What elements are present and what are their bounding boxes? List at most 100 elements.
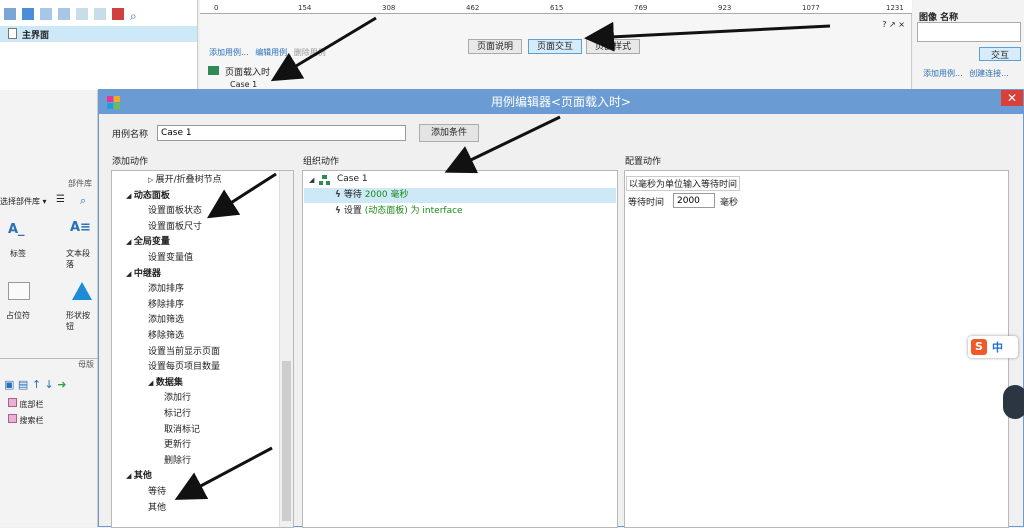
library-select[interactable]: 选择部件库 ▾ [0, 196, 47, 207]
action-row-set-panel[interactable]: ϟ 设置 (动态面板) 为 interface [335, 204, 463, 219]
action-label: 全局变量 [133, 237, 170, 248]
create-link[interactable]: 创建连接... [969, 69, 1009, 78]
action-label: 移除筛选 [148, 331, 185, 341]
action-group[interactable]: ◢ 全局变量 [126, 235, 170, 250]
menu-icon[interactable]: ☰ [56, 194, 65, 205]
action-item[interactable]: 其他 [148, 501, 166, 516]
action-verb: 等待 [343, 190, 365, 200]
collapse-icon[interactable]: ◢ [126, 238, 134, 246]
collapse-icon[interactable]: ◢ [126, 472, 134, 480]
panel-window-controls[interactable]: ? ↗ × [882, 20, 905, 29]
name-input[interactable] [917, 22, 1021, 42]
action-item[interactable]: 设置变量值 [148, 251, 193, 266]
collapse-icon[interactable]: ◢ [309, 176, 314, 184]
scrollbar[interactable] [279, 171, 293, 527]
action-label: 中继器 [133, 268, 161, 279]
outdent-icon[interactable] [76, 8, 88, 20]
master-up-icon[interactable]: ↑ [32, 378, 41, 391]
action-item[interactable]: 删除行 [164, 454, 191, 469]
add-condition-button[interactable]: 添加条件 [419, 124, 479, 142]
action-item[interactable]: 添加行 [164, 391, 191, 406]
expand-icon[interactable]: ▷ [148, 176, 156, 184]
widget-placeholder[interactable]: 占位符 [6, 310, 30, 321]
case-name-input[interactable] [157, 125, 406, 141]
ruler-tick: 154 [298, 4, 312, 12]
action-item[interactable]: 设置面板尺寸 [148, 220, 202, 235]
widget-paragraph[interactable]: 文本段落 [66, 248, 97, 270]
master-down-icon[interactable]: ↓ [45, 378, 54, 391]
search-icon[interactable]: ⌕ [130, 10, 142, 22]
action-item[interactable]: 取消标记 [164, 423, 200, 438]
tab-page-notes[interactable]: 页面说明 [468, 39, 523, 54]
action-value: (动态面板) 为 interface [364, 206, 463, 216]
wait-time-input[interactable] [673, 193, 715, 208]
close-button[interactable]: ✕ [1001, 90, 1023, 106]
ruler-tick: 769 [634, 4, 648, 12]
tab-page-interactions[interactable]: 页面交互 [528, 39, 583, 54]
edit-case-link[interactable]: 编辑用例 [255, 48, 287, 57]
action-item[interactable]: 添加筛选 [148, 313, 184, 328]
ruler-tick: 1231 [886, 4, 904, 12]
action-item[interactable]: 更新行 [164, 438, 191, 453]
ruler-tick: 1077 [802, 4, 820, 12]
delete-case-link[interactable]: 删除用例 [294, 48, 326, 57]
sitemap-panel: ⌕ 主界面 [0, 0, 198, 90]
master-item[interactable]: 搜索栏 [8, 414, 44, 426]
action-group[interactable]: ◢ 中继器 [126, 267, 161, 282]
ime-toolbar[interactable]: S 中 [968, 336, 1018, 358]
label-widget-icon: A_ [8, 222, 25, 237]
collapse-icon[interactable]: ◢ [148, 379, 156, 387]
tab-interactions[interactable]: 交互 [979, 47, 1021, 61]
action-item[interactable]: 移除筛选 [148, 329, 184, 344]
page-icon [8, 28, 17, 39]
scrollbar-thumb[interactable] [282, 361, 291, 521]
inspector-add-case-link[interactable]: 添加用例... [923, 69, 963, 78]
add-case-link[interactable]: 添加用例... [209, 48, 249, 57]
add-master-folder-icon[interactable]: ▤ [18, 378, 28, 391]
action-item[interactable]: 标记行 [164, 407, 191, 422]
add-actions-header: 添加动作 [112, 157, 149, 167]
add-page-icon[interactable] [4, 8, 16, 20]
move-up-icon[interactable] [40, 8, 52, 20]
action-item[interactable]: 移除排序 [148, 298, 184, 313]
action-group[interactable]: ◢ 数据集 [148, 376, 183, 391]
collapse-icon[interactable]: ◢ [126, 270, 134, 278]
action-item[interactable]: 设置当前显示页面 [148, 345, 220, 360]
case-editor-dialog: 用例编辑器<页面载入时> ✕ 用例名称 添加条件 添加动作 组织动作 配置动作 … [98, 89, 1024, 528]
action-item[interactable]: 设置每页项目数量 [148, 360, 220, 375]
tab-page-style[interactable]: 页面样式 [586, 39, 641, 54]
action-group[interactable]: ◢ 其他 [126, 469, 152, 484]
widget-shape-button[interactable]: 形状按钮 [66, 310, 97, 332]
action-item[interactable]: 等待 [148, 485, 166, 500]
move-down-icon[interactable] [58, 8, 70, 20]
master-add-to-page-icon[interactable]: ➜ [57, 378, 66, 391]
event-label[interactable]: 页面载入时 [225, 68, 270, 78]
ime-mode[interactable]: 中 [992, 339, 1003, 355]
action-group[interactable]: ◢ 动态面板 [126, 189, 170, 204]
case-icon [319, 175, 331, 186]
collapse-icon[interactable]: ◢ [126, 192, 134, 200]
sitemap-toolbar: ⌕ [4, 8, 148, 23]
sitemap-item-home[interactable]: 主界面 [0, 26, 197, 42]
indent-icon[interactable] [94, 8, 106, 20]
delete-icon[interactable] [112, 8, 124, 20]
action-item[interactable]: ▷ 展开/折叠树节点 [148, 173, 222, 188]
action-label: 标记行 [164, 409, 192, 419]
case-node[interactable]: Case 1 [337, 172, 368, 187]
action-label: 添加筛选 [148, 315, 185, 326]
library-title: 部件库 [68, 179, 92, 188]
action-item[interactable]: 设置面板状态 [148, 204, 202, 219]
add-actions-panel: ▷ 展开/折叠树节点 ◢ 动态面板 设置面板状态 设置面板尺寸 ◢ 全局变量 设置变量值 ◢… [111, 170, 294, 528]
action-item[interactable]: 添加排序 [148, 282, 184, 297]
action-label: 移除排序 [148, 299, 185, 310]
master-label: 底部栏 [19, 400, 44, 409]
floating-widget[interactable] [1003, 385, 1024, 419]
master-item[interactable]: 底部栏 [8, 398, 44, 410]
case-label[interactable]: Case 1 [230, 80, 257, 89]
add-folder-icon[interactable] [22, 8, 34, 20]
action-label: 设置每页项目数量 [148, 362, 221, 373]
library-search-icon[interactable]: ⌕ [80, 194, 86, 208]
add-master-icon[interactable]: ▣ [4, 378, 14, 391]
action-row-wait[interactable]: ϟ 等待 2000 毫秒 [335, 188, 408, 203]
widget-label[interactable]: 标签 [10, 248, 26, 259]
